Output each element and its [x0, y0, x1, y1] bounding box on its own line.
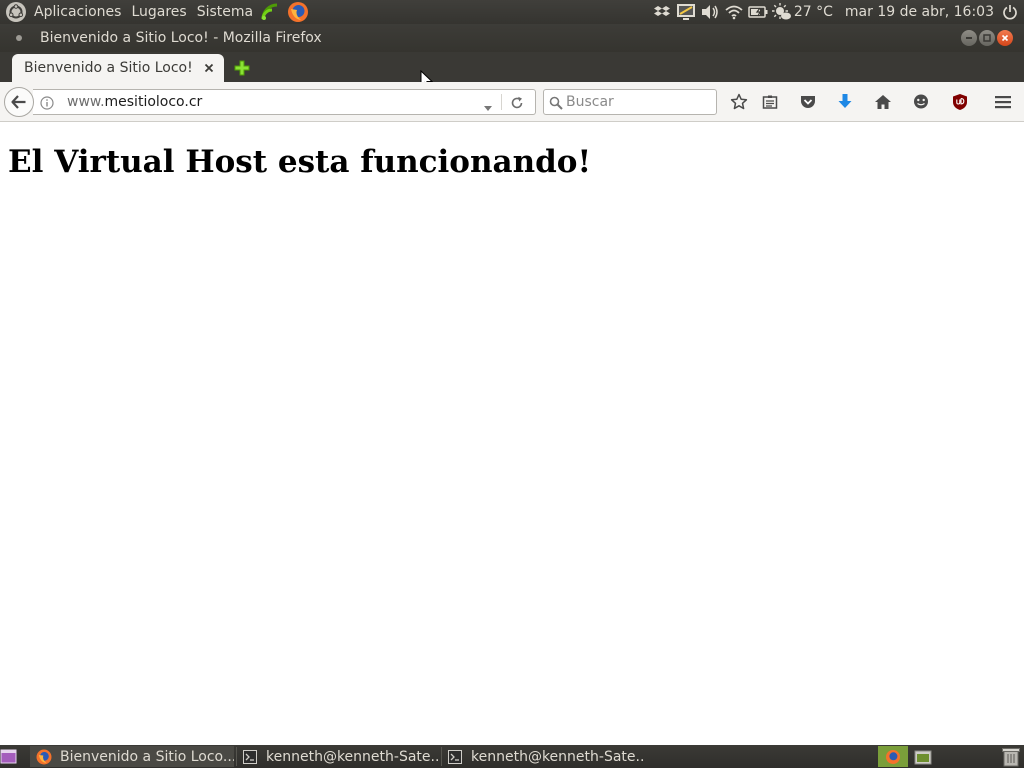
battery-icon[interactable]: [748, 2, 768, 22]
ublock-icon[interactable]: [949, 91, 971, 113]
volume-icon[interactable]: [700, 2, 720, 22]
firefox-icon: [886, 749, 900, 764]
bookmark-star-icon[interactable]: [728, 91, 750, 113]
task-label: kenneth@kenneth-Sate...: [266, 748, 440, 765]
url-bar[interactable]: www.mesitioloco.cr: [33, 89, 536, 115]
back-button[interactable]: [4, 87, 34, 117]
display-icon[interactable]: [676, 2, 696, 22]
info-icon[interactable]: [40, 95, 54, 110]
search-icon: [549, 95, 563, 110]
workspace-4[interactable]: [968, 746, 998, 767]
task-label: kenneth@kenneth-Sate...: [471, 748, 645, 765]
search-bar[interactable]: [543, 89, 717, 115]
clock[interactable]: mar 19 de abr, 16:03: [845, 4, 994, 20]
menu-aplicaciones[interactable]: Aplicaciones: [34, 0, 121, 24]
url-prefix: www.: [67, 94, 105, 110]
chat-icon[interactable]: [910, 91, 932, 113]
window-title: Bienvenido a Sitio Loco! - Mozilla Firef…: [40, 30, 322, 46]
weather-icon[interactable]: [771, 2, 792, 22]
window-menu-icon[interactable]: [16, 35, 22, 41]
tab-strip: Bienvenido a Sitio Loco!: [0, 52, 1024, 82]
bottom-taskbar: Bienvenido a Sitio Loco... kenneth@kenne…: [0, 745, 1024, 768]
url-divider: [501, 94, 502, 110]
temperature-label: 27 °C: [793, 4, 833, 20]
back-arrow-icon: [11, 95, 26, 109]
trash-icon[interactable]: [1000, 746, 1022, 767]
task-terminal-1[interactable]: kenneth@kenneth-Sate...: [236, 746, 440, 767]
dropdown-icon[interactable]: [483, 98, 493, 111]
workspace-1[interactable]: [878, 746, 908, 767]
home-icon[interactable]: [872, 91, 894, 113]
menu-sistema[interactable]: Sistema: [197, 0, 253, 24]
firefox-icon[interactable]: [287, 1, 309, 23]
top-panel: Aplicaciones Lugares Sistema 27 °C mar 1…: [0, 0, 1024, 24]
page-heading: El Virtual Host esta funcionando!: [8, 144, 592, 180]
url-text[interactable]: www.mesitioloco.cr: [67, 90, 202, 114]
page-content: El Virtual Host esta funcionando!: [0, 123, 1024, 745]
dropbox-icon[interactable]: [652, 2, 672, 22]
maximize-button[interactable]: [979, 30, 995, 46]
terminal-icon: [242, 749, 258, 765]
tab-label: Bienvenido a Sitio Loco!: [24, 60, 193, 76]
workspace-2[interactable]: [908, 746, 938, 767]
minimize-button[interactable]: [961, 30, 977, 46]
tab-bienvenido[interactable]: Bienvenido a Sitio Loco!: [12, 54, 224, 82]
tab-close-icon[interactable]: [202, 61, 216, 75]
ubuntu-logo-icon[interactable]: [6, 2, 26, 22]
task-terminal-2[interactable]: kenneth@kenneth-Sate...: [441, 746, 645, 767]
workspace-3[interactable]: [938, 746, 968, 767]
system-tray: 27 °C mar 19 de abr, 16:03: [648, 0, 1024, 24]
navigation-toolbar: www.mesitioloco.cr: [0, 82, 1024, 122]
power-icon[interactable]: [1000, 2, 1020, 22]
window-titlebar[interactable]: Bienvenido a Sitio Loco! - Mozilla Firef…: [0, 24, 1024, 52]
firefox-icon: [36, 749, 52, 765]
pocket-icon[interactable]: [797, 91, 819, 113]
download-icon[interactable]: [834, 91, 856, 113]
wifi-icon[interactable]: [724, 2, 744, 22]
task-firefox[interactable]: Bienvenido a Sitio Loco...: [30, 746, 234, 767]
terminal-icon: [447, 749, 463, 765]
reading-list-icon[interactable]: [759, 91, 781, 113]
new-tab-icon[interactable]: [233, 59, 251, 77]
show-desktop-icon[interactable]: [0, 748, 18, 765]
url-host: mesitioloco.cr: [104, 94, 203, 110]
reload-icon[interactable]: [510, 95, 524, 109]
signal-icon[interactable]: [259, 1, 281, 23]
folder-icon: [914, 750, 932, 764]
search-input[interactable]: [566, 92, 712, 112]
task-label: Bienvenido a Sitio Loco...: [60, 748, 234, 765]
menu-lugares[interactable]: Lugares: [131, 0, 186, 24]
close-button[interactable]: [997, 30, 1013, 46]
hamburger-menu-icon[interactable]: [992, 91, 1014, 113]
